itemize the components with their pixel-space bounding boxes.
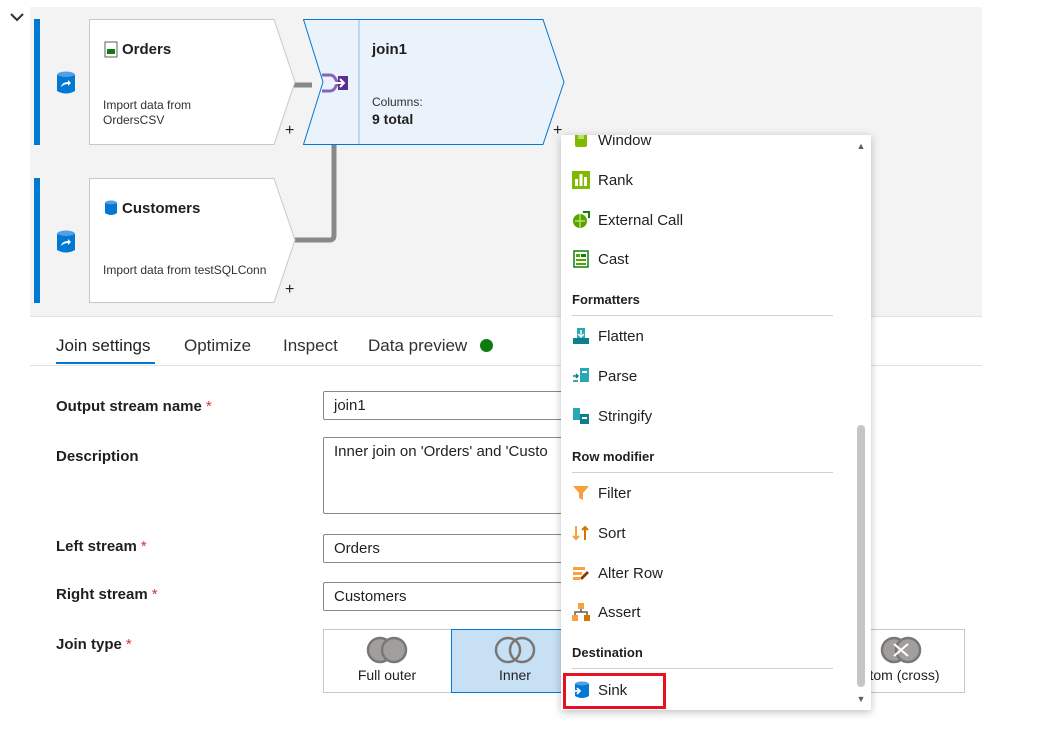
source-icon bbox=[57, 71, 75, 94]
menu-item-cast[interactable]: Cast bbox=[571, 244, 629, 274]
description-textarea[interactable]: Inner join on 'Orders' and 'Custo bbox=[323, 437, 573, 514]
output-stream-name-label: Output stream name * bbox=[56, 398, 212, 415]
menu-section-formatters: Formatters bbox=[572, 292, 640, 307]
menu-item-stringify[interactable]: Stringify bbox=[571, 401, 652, 431]
join-type-full-outer[interactable]: Full outer bbox=[323, 629, 451, 693]
assert-icon bbox=[572, 603, 590, 621]
menu-scrollbar-thumb[interactable] bbox=[857, 425, 865, 687]
cross-join-icon bbox=[880, 636, 922, 664]
tab-optimize[interactable]: Optimize bbox=[184, 336, 251, 356]
left-stream-label: Left stream * bbox=[56, 538, 147, 555]
external-call-icon bbox=[573, 211, 590, 228]
menu-section-row-modifier: Row modifier bbox=[572, 449, 655, 464]
orders-node-subtitle-1: Import data from bbox=[103, 98, 192, 112]
customers-source-node[interactable]: Customers Import data from testSQLConn bbox=[34, 178, 296, 303]
menu-divider bbox=[572, 315, 833, 316]
join-type-label: Join type * bbox=[56, 636, 132, 653]
menu-item-parse[interactable]: Parse bbox=[571, 361, 637, 391]
right-stream-select[interactable]: Customers bbox=[323, 582, 573, 611]
join1-node[interactable]: join1 Columns: 9 total bbox=[303, 19, 565, 145]
right-stream-label: Right stream * bbox=[56, 586, 158, 603]
join-node-title: join1 bbox=[372, 41, 408, 58]
scroll-up-arrow-icon[interactable]: ▲ bbox=[856, 141, 866, 151]
menu-item-flatten[interactable]: Flatten bbox=[571, 321, 644, 351]
add-transform-orders-button[interactable]: + bbox=[285, 122, 294, 140]
description-label: Description bbox=[56, 448, 139, 465]
menu-item-alter-row[interactable]: Alter Row bbox=[571, 558, 663, 588]
sink-highlight-box bbox=[563, 673, 666, 709]
menu-item-external-call[interactable]: External Call bbox=[571, 205, 683, 235]
stringify-icon bbox=[573, 408, 589, 424]
menu-section-destination: Destination bbox=[572, 645, 643, 660]
customers-node-subtitle: Import data from testSQLConn bbox=[103, 263, 267, 277]
orders-node-subtitle-2: OrdersCSV bbox=[103, 113, 165, 127]
menu-item-window[interactable]: Window bbox=[571, 135, 651, 155]
sort-icon bbox=[572, 525, 589, 541]
flatten-icon bbox=[573, 328, 589, 344]
left-stream-select[interactable]: Orders bbox=[323, 534, 573, 563]
menu-divider bbox=[572, 668, 833, 669]
sql-database-icon bbox=[105, 200, 117, 215]
cast-icon bbox=[573, 250, 589, 268]
data-preview-status-dot bbox=[480, 339, 493, 352]
menu-item-rank[interactable]: Rank bbox=[571, 165, 633, 195]
tab-data-preview[interactable]: Data preview bbox=[368, 336, 467, 356]
add-transform-customers-button[interactable]: + bbox=[285, 281, 294, 299]
active-tab-indicator bbox=[56, 362, 155, 364]
join-type-inner[interactable]: Inner bbox=[451, 629, 579, 693]
tab-inspect[interactable]: Inspect bbox=[283, 336, 338, 356]
source-icon bbox=[57, 230, 75, 253]
inner-join-icon bbox=[494, 636, 536, 664]
rank-icon bbox=[572, 171, 590, 189]
join-icon bbox=[322, 73, 348, 93]
customers-node-title: Customers bbox=[122, 200, 201, 217]
orders-node-title: Orders bbox=[122, 41, 172, 58]
transform-dropdown-menu: Window Rank External Call Cast Formatter… bbox=[561, 135, 871, 710]
full-outer-join-icon bbox=[366, 636, 408, 664]
scroll-down-arrow-icon[interactable]: ▼ bbox=[856, 694, 866, 704]
filter-icon bbox=[573, 486, 589, 500]
menu-item-filter[interactable]: Filter bbox=[571, 478, 631, 508]
join-columns-label: Columns: bbox=[372, 95, 423, 109]
csv-file-icon bbox=[104, 41, 118, 58]
join-columns-value: 9 total bbox=[372, 111, 414, 127]
menu-item-sort[interactable]: Sort bbox=[571, 518, 626, 548]
menu-divider bbox=[572, 472, 833, 473]
orders-source-node[interactable]: Orders Import data from OrdersCSV bbox=[34, 19, 296, 145]
menu-item-assert[interactable]: Assert bbox=[571, 597, 641, 627]
window-icon bbox=[575, 135, 587, 147]
parse-icon bbox=[573, 368, 589, 382]
tab-join-settings[interactable]: Join settings bbox=[56, 336, 151, 356]
output-stream-name-input[interactable]: join1 bbox=[323, 391, 573, 420]
chevron-down-icon[interactable] bbox=[8, 8, 26, 26]
alter-row-icon bbox=[573, 567, 589, 580]
